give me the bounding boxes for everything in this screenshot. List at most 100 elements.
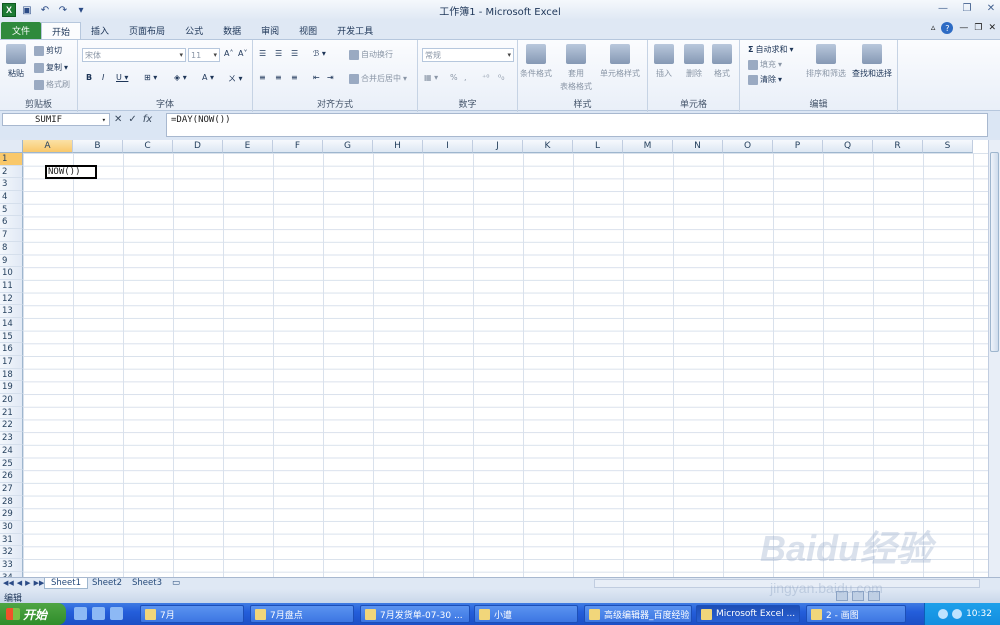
font-size-select[interactable]: 11 ▾: [188, 48, 220, 62]
column-header-d[interactable]: D: [173, 140, 223, 153]
minimize-ribbon-icon[interactable]: ▵: [931, 23, 936, 33]
task-excel[interactable]: Microsoft Excel ...: [696, 605, 800, 623]
last-sheet-icon[interactable]: ▶▶: [34, 579, 45, 587]
orientation-button[interactable]: ℬ ▾: [313, 49, 326, 58]
task-7yue[interactable]: 7月: [140, 605, 244, 623]
font-color-button[interactable]: A ▾: [202, 73, 214, 82]
horizontal-scrollbar[interactable]: [594, 579, 980, 588]
ie-icon[interactable]: [74, 607, 87, 620]
active-cell-editor[interactable]: NOW()): [45, 165, 97, 179]
minimize-icon[interactable]: —: [936, 2, 950, 14]
formula-input[interactable]: =DAY(NOW()): [166, 113, 988, 137]
enter-icon[interactable]: ✓: [128, 114, 136, 125]
cell-styles-button[interactable]: 单元格样式: [600, 44, 640, 79]
column-header-f[interactable]: F: [273, 140, 323, 153]
find-select-button[interactable]: 查找和选择: [852, 44, 892, 79]
number-format-select[interactable]: 常规 ▾: [422, 48, 514, 62]
wrap-text-button[interactable]: 自动换行: [349, 49, 393, 60]
doc-restore-icon[interactable]: ❐: [974, 23, 982, 33]
save-icon[interactable]: ▣: [20, 3, 34, 17]
task-fahuodan[interactable]: 7月发货单-07-30 ...: [360, 605, 470, 623]
italic-button[interactable]: I: [102, 73, 104, 82]
font-name-select[interactable]: 宋体 ▾: [82, 48, 186, 62]
cancel-icon[interactable]: ✕: [114, 114, 122, 125]
tab-insert[interactable]: 插入: [81, 22, 119, 39]
column-header-e[interactable]: E: [223, 140, 273, 153]
task-xiaozao[interactable]: 小遭: [474, 605, 578, 623]
format-cells-button[interactable]: 格式: [712, 44, 732, 79]
row-header-1[interactable]: 1: [0, 153, 23, 166]
volume-icon[interactable]: [952, 609, 963, 619]
tab-formulas[interactable]: 公式: [175, 22, 213, 39]
align-center-button[interactable]: ≡: [275, 73, 282, 82]
row-header-22[interactable]: 22: [0, 419, 23, 433]
row-header-10[interactable]: 10: [0, 267, 23, 280]
row-header-24[interactable]: 24: [0, 444, 23, 458]
align-left-button[interactable]: ≡: [259, 73, 266, 82]
paste-button[interactable]: 粘贴: [6, 44, 26, 79]
bold-button[interactable]: B: [86, 73, 92, 82]
conditional-format-button[interactable]: 条件格式: [520, 44, 552, 79]
tab-review[interactable]: 审阅: [251, 22, 289, 39]
row-header-7[interactable]: 7: [0, 229, 23, 242]
decrease-indent-button[interactable]: ⇤: [313, 73, 320, 82]
row-header-25[interactable]: 25: [0, 457, 23, 471]
borders-button[interactable]: ⊞ ▾: [144, 73, 157, 82]
network-icon[interactable]: [938, 609, 949, 619]
sort-filter-button[interactable]: 排序和筛选: [806, 44, 846, 79]
row-header-28[interactable]: 28: [0, 495, 23, 509]
row-header-33[interactable]: 33: [0, 559, 23, 572]
excel-logo-icon[interactable]: X: [2, 3, 16, 17]
column-header-s[interactable]: S: [923, 140, 973, 153]
task-7yue-pandian[interactable]: 7月盘点: [250, 605, 354, 623]
fill-button[interactable]: 填充 ▾: [748, 59, 782, 70]
grow-font-button[interactable]: A˄: [224, 49, 233, 58]
help-icon[interactable]: ?: [941, 22, 954, 34]
column-header-g[interactable]: G: [323, 140, 373, 153]
row-header-11[interactable]: 11: [0, 279, 23, 293]
page-layout-view-icon[interactable]: [852, 591, 864, 601]
row-header-15[interactable]: 15: [0, 330, 23, 344]
copy-button[interactable]: 复制 ▾: [34, 62, 68, 73]
comma-button[interactable]: ,: [464, 73, 467, 82]
row-header-20[interactable]: 20: [0, 394, 23, 407]
vertical-scroll-thumb[interactable]: [990, 152, 999, 352]
doc-minimize-icon[interactable]: —: [959, 23, 968, 33]
row-header-9[interactable]: 9: [0, 254, 23, 268]
row-header-29[interactable]: 29: [0, 508, 23, 521]
row-header-16[interactable]: 16: [0, 343, 23, 356]
customize-qat-icon[interactable]: ▾: [74, 3, 88, 17]
clock[interactable]: 10:32: [966, 609, 992, 619]
column-header-c[interactable]: C: [123, 140, 173, 153]
row-header-12[interactable]: 12: [0, 292, 23, 306]
insert-cells-button[interactable]: 插入: [654, 44, 674, 79]
media-icon[interactable]: [110, 607, 123, 620]
desktop-icon[interactable]: [92, 607, 105, 620]
row-header-13[interactable]: 13: [0, 305, 23, 318]
cell-area[interactable]: NOW()): [23, 153, 988, 577]
autosum-button[interactable]: Σ 自动求和 ▾: [748, 44, 793, 55]
next-sheet-icon[interactable]: ▶: [25, 579, 30, 587]
tab-data[interactable]: 数据: [213, 22, 251, 39]
tab-file[interactable]: 文件: [1, 22, 42, 39]
sheet-tab-sheet1[interactable]: Sheet1: [44, 578, 88, 589]
cut-button[interactable]: 剪切: [34, 45, 62, 56]
row-header-18[interactable]: 18: [0, 368, 23, 382]
row-header-3[interactable]: 3: [0, 178, 23, 192]
prev-sheet-icon[interactable]: ◀: [17, 579, 22, 587]
align-middle-button[interactable]: ☰: [275, 49, 282, 58]
normal-view-icon[interactable]: [836, 591, 848, 601]
row-header-32[interactable]: 32: [0, 546, 23, 559]
delete-cells-button[interactable]: 删除: [684, 44, 704, 79]
row-header-17[interactable]: 17: [0, 356, 23, 369]
column-header-r[interactable]: R: [873, 140, 923, 153]
column-header-b[interactable]: B: [73, 140, 123, 153]
tab-view[interactable]: 视图: [289, 22, 327, 39]
task-editor[interactable]: 高级编辑器_百度经验: [584, 605, 692, 623]
tab-developer[interactable]: 开发工具: [327, 22, 383, 39]
sheet-tab-sheet3[interactable]: Sheet3: [126, 578, 168, 589]
undo-icon[interactable]: ↶: [38, 3, 52, 17]
insert-sheet-icon[interactable]: ▭: [166, 578, 186, 589]
row-header-8[interactable]: 8: [0, 241, 23, 255]
name-box[interactable]: SUMIF ▾: [2, 113, 110, 126]
